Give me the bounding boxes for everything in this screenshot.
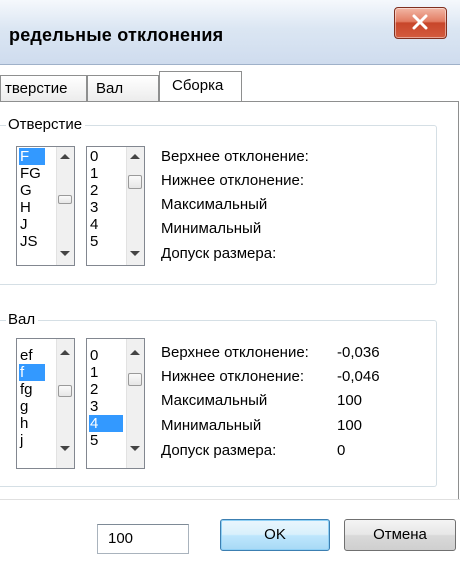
scrollbar[interactable] — [56, 147, 74, 265]
list-item[interactable]: 0 — [89, 347, 98, 364]
close-icon — [412, 14, 428, 30]
scroll-down-icon[interactable] — [60, 445, 70, 452]
list-item[interactable]: j — [19, 432, 23, 449]
shaft-max-label: Максимальный — [161, 392, 268, 409]
cancel-button[interactable]: Отмена — [344, 519, 456, 551]
tab-hole-label: тверстие — [5, 80, 68, 97]
shaft-max-value: 100 — [337, 392, 363, 409]
scroll-down-icon[interactable] — [130, 250, 140, 257]
hole-upper-label: Верхнее отклонение: — [161, 148, 309, 165]
shaft-group-title: Вал — [6, 311, 39, 328]
list-item[interactable]: 2 — [89, 381, 98, 398]
list-item[interactable]: h — [19, 415, 28, 432]
window-title: редельные отклонения — [9, 25, 224, 45]
list-item[interactable]: 1 — [89, 165, 98, 182]
shaft-min-label: Минимальный — [161, 417, 262, 434]
shaft-min-value: 100 — [337, 417, 363, 434]
hole-min-label: Минимальный — [161, 220, 262, 237]
list-item[interactable]: JS — [19, 233, 38, 250]
shaft-lower-label: Нижнее отклонение: — [161, 368, 305, 385]
list-item[interactable]: g — [19, 398, 28, 415]
scroll-down-icon[interactable] — [60, 250, 70, 257]
hole-tolerance-label: Допуск размера: — [161, 245, 277, 262]
size-input[interactable]: 100 — [97, 524, 189, 554]
list-item[interactable]: 3 — [89, 398, 98, 415]
list-item[interactable]: FG — [19, 165, 41, 182]
footer-separator — [0, 499, 460, 500]
hole-max-label: Максимальный — [161, 196, 268, 213]
list-item[interactable]: F — [19, 148, 45, 165]
close-button[interactable] — [394, 7, 447, 39]
list-item[interactable]: fg — [19, 381, 33, 398]
scroll-up-icon[interactable] — [130, 153, 140, 160]
list-item[interactable]: f — [19, 364, 45, 381]
list-item[interactable]: 0 — [89, 148, 98, 165]
scroll-up-icon[interactable] — [60, 349, 70, 356]
tab-assembly[interactable]: Сборка — [159, 71, 242, 101]
shaft-upper-label: Верхнее отклонение: — [161, 344, 309, 361]
list-item[interactable]: 4 — [89, 216, 98, 233]
hole-group-title: Отверстие — [6, 116, 86, 133]
tab-hole[interactable]: тверстие — [0, 75, 87, 101]
list-item[interactable]: 3 — [89, 199, 98, 216]
list-item[interactable]: ef — [19, 347, 33, 364]
ok-button[interactable]: OK — [220, 519, 330, 551]
scroll-thumb[interactable] — [128, 175, 142, 189]
shaft-grade-listbox[interactable]: 0 1 2 3 4 5 — [86, 338, 145, 469]
list-item[interactable]: 2 — [89, 182, 98, 199]
scroll-up-icon[interactable] — [60, 153, 70, 160]
list-item[interactable]: 5 — [89, 233, 98, 250]
scroll-up-icon[interactable] — [130, 349, 140, 356]
hole-letter-listbox[interactable]: F FG G H J JS — [16, 146, 75, 266]
hole-grade-listbox[interactable]: 0 1 2 3 4 5 — [86, 146, 145, 266]
scroll-thumb[interactable] — [128, 373, 142, 386]
shaft-lower-value: -0,046 — [337, 368, 380, 385]
list-item[interactable]: 4 — [89, 415, 123, 432]
list-item[interactable]: 1 — [89, 364, 98, 381]
scroll-down-icon[interactable] — [130, 445, 140, 452]
list-item[interactable]: 5 — [89, 432, 98, 449]
scroll-thumb[interactable] — [58, 195, 72, 204]
shaft-upper-value: -0,036 — [337, 344, 380, 361]
shaft-tolerance-label: Допуск размера: — [161, 442, 277, 459]
scrollbar[interactable] — [126, 147, 144, 265]
scrollbar[interactable] — [126, 339, 144, 468]
title-bar[interactable]: редельные отклонения — [0, 0, 460, 65]
scroll-thumb[interactable] — [58, 385, 72, 397]
shaft-tolerance-value: 0 — [337, 442, 346, 459]
hole-lower-label: Нижнее отклонение: — [161, 172, 305, 189]
list-item[interactable]: G — [19, 182, 32, 199]
tab-shaft[interactable]: Вал — [87, 75, 159, 101]
list-item[interactable]: H — [19, 199, 31, 216]
tab-assembly-label: Сборка — [172, 77, 224, 94]
scrollbar[interactable] — [56, 339, 74, 468]
list-item[interactable]: J — [19, 216, 28, 233]
shaft-letter-listbox[interactable]: ef f fg g h j — [16, 338, 75, 469]
tab-shaft-label: Вал — [96, 80, 124, 97]
